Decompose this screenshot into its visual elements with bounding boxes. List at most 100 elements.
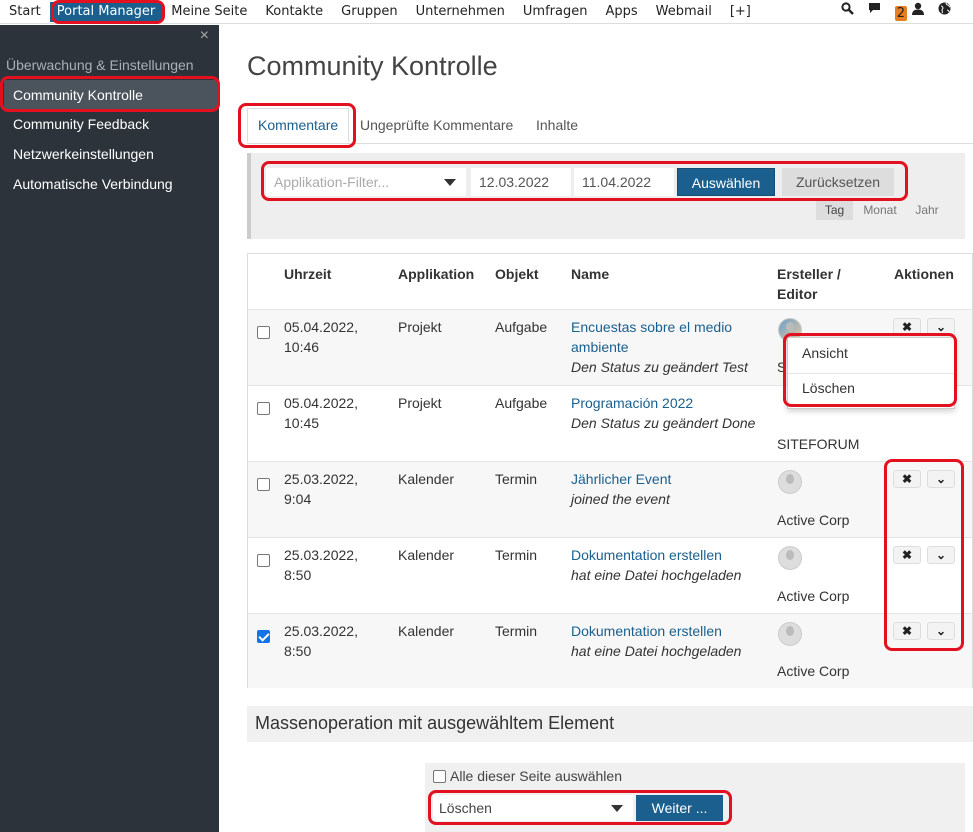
row-description: hat eine Datei hochgeladen — [571, 567, 742, 583]
row-name-link[interactable]: Jährlicher Event — [571, 469, 671, 489]
row-time-date: 25.03.2022, — [284, 623, 358, 639]
row-app: Projekt — [398, 319, 442, 335]
table-row: 25.03.2022, 8:50 Kalender Termin Dokumen… — [248, 613, 972, 688]
row-description: joined the event — [571, 491, 670, 507]
row-time-date: 25.03.2022, — [284, 547, 358, 563]
row-object: Aufgabe — [495, 395, 548, 411]
sidebar: × Überwachung & Einstellungen Community … — [0, 25, 219, 832]
chevron-down-icon[interactable]: ⌄ — [927, 622, 955, 640]
row-name-link[interactable]: Encuestas sobre el medio — [571, 317, 732, 337]
nav-add[interactable]: [+] — [721, 0, 760, 24]
application-filter-select[interactable]: Applikation-Filter... — [266, 168, 466, 196]
delete-icon[interactable]: ✖ — [893, 622, 921, 640]
tab-divider — [247, 143, 973, 144]
row-app: Kalender — [398, 547, 455, 563]
select-button[interactable]: Auswählen — [677, 168, 775, 196]
nav-kontakte[interactable]: Kontakte — [256, 0, 332, 24]
period-month[interactable]: Monat — [853, 200, 907, 220]
nav-unternehmen[interactable]: Unternehmen — [407, 0, 514, 24]
period-year[interactable]: Jahr — [907, 200, 947, 220]
sidebar-item-netzwerkeinstellungen[interactable]: Netzwerkeinstellungen — [13, 146, 154, 162]
row-object: Termin — [495, 471, 538, 487]
header-editor: Editor — [777, 286, 818, 302]
sidebar-item-automatische-verbindung[interactable]: Automatische Verbindung — [13, 176, 173, 192]
row-checkbox[interactable] — [257, 326, 270, 339]
header-name: Name — [571, 266, 610, 282]
avatar — [778, 470, 802, 494]
row-creator: S — [777, 359, 787, 375]
sidebar-item-community-kontrolle[interactable]: Community Kontrolle — [4, 80, 217, 110]
delete-icon[interactable]: ✖ — [893, 318, 921, 336]
tab-kommentare[interactable]: Kommentare — [247, 108, 350, 142]
row-time-clock: 9:04 — [284, 491, 312, 507]
row-checkbox[interactable] — [257, 478, 270, 491]
row-creator: Active Corp — [777, 588, 850, 604]
row-name-link[interactable]: Dokumentation erstellen — [571, 621, 722, 641]
table-row: 25.03.2022, 8:50 Kalender Termin Dokumen… — [248, 537, 972, 613]
avatar — [778, 546, 802, 570]
header-objekt: Objekt — [495, 266, 539, 282]
row-name-link-cont[interactable]: ambiente — [571, 337, 629, 357]
row-name-link[interactable]: Programación 2022 — [571, 393, 693, 413]
header-applikation: Applikation — [398, 266, 475, 282]
nav-apps[interactable]: Apps — [596, 0, 646, 24]
chevron-down-icon[interactable]: ⌄ — [927, 470, 955, 488]
notifications-icon[interactable]: 2 — [868, 0, 907, 24]
close-icon[interactable]: × — [200, 27, 209, 45]
row-description: Den Status zu geändert Test — [571, 359, 748, 375]
main-content: Community Kontrolle Kommentare Ungeprüft… — [219, 25, 973, 832]
comments-table: Uhrzeit Applikation Objekt Name Erstelle… — [247, 253, 973, 688]
mass-operation-select[interactable]: Löschen — [433, 795, 633, 821]
row-time-clock: 8:50 — [284, 643, 312, 659]
row-creator: Active Corp — [777, 512, 850, 528]
nav-gruppen[interactable]: Gruppen — [332, 0, 406, 24]
row-name-link[interactable]: Dokumentation erstellen — [571, 545, 722, 565]
mass-operation-title: Massenoperation mit ausgewähltem Element — [247, 706, 973, 742]
period-day[interactable]: Tag — [816, 200, 853, 220]
actions-dropdown-menu: Ansicht Löschen — [787, 337, 955, 409]
reset-button[interactable]: Zurücksetzen — [782, 168, 894, 196]
header-ersteller: Ersteller / — [777, 266, 841, 282]
avatar — [778, 622, 802, 646]
user-icon[interactable] — [912, 0, 924, 24]
dropdown-item-delete[interactable]: Löschen — [802, 380, 855, 396]
chevron-down-icon[interactable]: ⌄ — [927, 546, 955, 564]
row-description: hat eine Datei hochgeladen — [571, 643, 742, 659]
row-description: Den Status zu geändert Done — [571, 415, 756, 431]
nav-start[interactable]: Start — [0, 0, 50, 24]
nav-umfragen[interactable]: Umfragen — [514, 0, 597, 24]
delete-icon[interactable]: ✖ — [893, 546, 921, 564]
select-all-checkbox[interactable] — [433, 770, 446, 783]
select-all-label: Alle dieser Seite auswählen — [450, 768, 622, 784]
sidebar-section-title: Überwachung & Einstellungen — [6, 57, 194, 73]
tab-inhalte[interactable]: Inhalte — [536, 117, 578, 133]
row-creator: Active Corp — [777, 663, 850, 679]
caret-down-icon — [611, 805, 623, 812]
dropdown-item-view[interactable]: Ansicht — [802, 345, 848, 361]
delete-icon[interactable]: ✖ — [893, 470, 921, 488]
globe-icon[interactable] — [938, 0, 951, 24]
row-object: Termin — [495, 547, 538, 563]
date-to-input[interactable]: 11.04.2022 — [574, 168, 674, 196]
tab-ungepruefte-kommentare[interactable]: Ungeprüfte Kommentare — [360, 117, 513, 133]
chevron-down-icon[interactable]: ⌄ — [927, 318, 955, 336]
nav-portal-manager[interactable]: Portal Manager — [49, 1, 163, 22]
top-navigation: Start Portal Manager Meine Seite Kontakt… — [0, 0, 973, 24]
row-time-clock: 10:45 — [284, 415, 320, 431]
filter-panel — [247, 153, 965, 239]
continue-button[interactable]: Weiter ... — [636, 795, 723, 821]
sidebar-item-community-feedback[interactable]: Community Feedback — [13, 116, 149, 132]
row-checkbox[interactable] — [257, 402, 270, 415]
row-checkbox[interactable] — [257, 630, 270, 643]
search-icon[interactable] — [840, 0, 854, 24]
row-checkbox[interactable] — [257, 554, 270, 567]
page-title: Community Kontrolle — [247, 51, 498, 81]
row-time-date: 05.04.2022, — [284, 319, 358, 335]
row-object: Aufgabe — [495, 319, 548, 335]
nav-webmail[interactable]: Webmail — [647, 0, 721, 24]
row-app: Kalender — [398, 471, 455, 487]
date-from-input[interactable]: 12.03.2022 — [471, 168, 571, 196]
nav-meine-seite[interactable]: Meine Seite — [162, 0, 256, 24]
row-time-date: 05.04.2022, — [284, 395, 358, 411]
row-time-clock: 10:46 — [284, 339, 320, 355]
